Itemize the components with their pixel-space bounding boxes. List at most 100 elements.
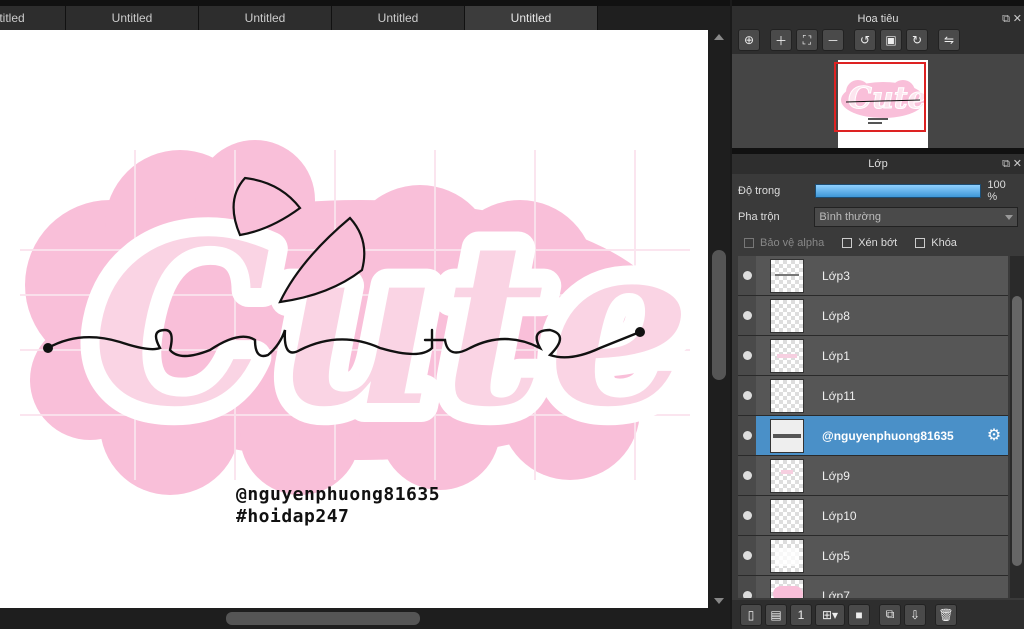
flip-horizontal-icon[interactable]: ⇋ xyxy=(938,29,960,51)
eye-icon xyxy=(742,591,752,598)
eye-icon xyxy=(742,431,752,440)
layer-name: Lớp1 xyxy=(822,348,850,363)
rotate-right-icon[interactable]: ↻ xyxy=(906,29,928,51)
lock-checkbox[interactable]: Khóa xyxy=(915,237,957,249)
layer-row[interactable]: Lớp8 xyxy=(738,296,1008,336)
canvas-vertical-scrollbar[interactable] xyxy=(708,30,730,608)
layer-row[interactable]: Lớp5 xyxy=(738,536,1008,576)
eye-icon xyxy=(742,551,752,560)
clipping-checkbox[interactable]: Xén bớt xyxy=(842,237,897,249)
reset-rotation-icon[interactable]: ▣ xyxy=(880,29,902,51)
signature-hashtag: #hoidap247 xyxy=(236,506,350,527)
signature-username: @nguyenphuong81635 xyxy=(236,484,441,505)
layer-scroll-thumb[interactable] xyxy=(1012,296,1022,566)
visibility-toggle[interactable] xyxy=(738,376,756,415)
visibility-toggle[interactable] xyxy=(738,416,756,455)
navigator-preview[interactable]: Cute xyxy=(732,54,1024,148)
tab-label: Untitled xyxy=(244,11,286,25)
navigator-title: Hoa tiêu xyxy=(857,13,899,25)
layer-row[interactable]: Lớp1 xyxy=(738,336,1008,376)
eye-icon xyxy=(742,391,752,400)
scroll-up-icon[interactable] xyxy=(714,34,724,40)
close-icon[interactable]: ✕ xyxy=(1013,6,1022,32)
opacity-slider[interactable] xyxy=(814,184,982,198)
opacity-value: 100 % xyxy=(987,179,1006,203)
horizontal-scroll-thumb[interactable] xyxy=(226,612,420,625)
layer-toolbar: ▯ ▤ 1 ⊞▾ ■ ⧉ ⇩ 🗑 xyxy=(732,600,1024,629)
tab-untitled-active[interactable]: Untitled xyxy=(465,6,598,30)
tab-label: Untitled xyxy=(377,11,419,25)
popout-icon[interactable]: ⧉ xyxy=(1002,154,1010,174)
duplicate-layer-icon[interactable]: ⧉ xyxy=(879,603,901,626)
blend-mode-value: Bình thường xyxy=(819,211,881,223)
popout-icon[interactable]: ⧉ xyxy=(1002,6,1010,32)
drawing-canvas[interactable]: Cute Cute @nguyenphuong81635 #hoidap247 xyxy=(0,30,708,608)
layer-row-selected[interactable]: @nguyenphuong81635 ⚙ xyxy=(738,416,1008,456)
blend-row: Pha trộn Bình thường xyxy=(732,204,1024,230)
lock-label: Khóa xyxy=(931,237,957,249)
layer-thumbnail xyxy=(770,338,804,373)
merge-down-icon[interactable]: ⇩ xyxy=(904,603,926,626)
layer-row[interactable]: Lớp7 xyxy=(738,576,1008,598)
layer-thumbnail xyxy=(770,258,804,293)
layer-row[interactable]: Lớp11 xyxy=(738,376,1008,416)
layer-name: Lớp9 xyxy=(822,468,850,483)
new-halftone-layer-icon[interactable]: ▤ xyxy=(765,603,787,626)
layer-options-row: Bảo vệ alpha Xén bớt Khóa xyxy=(732,230,1024,256)
vertical-scroll-thumb[interactable] xyxy=(712,250,726,380)
layer-thumbnail xyxy=(770,378,804,413)
rotate-left-icon[interactable]: ↺ xyxy=(854,29,876,51)
close-icon[interactable]: ✕ xyxy=(1013,154,1022,174)
canvas-horizontal-scrollbar[interactable] xyxy=(0,608,730,629)
visibility-toggle[interactable] xyxy=(738,576,756,598)
checkbox-box xyxy=(915,238,926,248)
layer-thumbnail xyxy=(770,298,804,333)
navigator-viewport-frame[interactable] xyxy=(834,62,926,132)
layer-list: Lớp3 Lớp8 Lớp1 Lớp11 @nguyenphuong81635 … xyxy=(738,256,1008,598)
layer-name: Lớp8 xyxy=(822,308,850,323)
add-layer-menu-icon[interactable]: ⊞▾ xyxy=(815,603,845,626)
visibility-toggle[interactable] xyxy=(738,536,756,575)
tab-label: Untitled xyxy=(111,11,153,25)
visibility-toggle[interactable] xyxy=(738,496,756,535)
opacity-row: Độ trong 100 % xyxy=(732,178,1024,204)
zoom-in-icon[interactable]: ＋ xyxy=(770,29,792,51)
right-panel: Hoa tiêu ⧉ ✕ ⊕ ＋ ⛶ － ↺ ▣ ↻ ⇋ Cute Lớp ⧉ xyxy=(730,0,1024,629)
layer-row[interactable]: Lớp9 xyxy=(738,456,1008,496)
protect-alpha-checkbox[interactable]: Bảo vệ alpha xyxy=(744,237,824,249)
new-1bit-layer-icon[interactable]: 1 xyxy=(790,603,812,626)
layer-thumbnail xyxy=(770,498,804,533)
tab-untitled-3[interactable]: Untitled xyxy=(199,6,332,30)
cute-artwork: Cute Cute xyxy=(20,140,708,495)
new-folder-icon[interactable]: ■ xyxy=(848,603,870,626)
scroll-down-icon[interactable] xyxy=(714,598,724,604)
layer-list-scrollbar[interactable] xyxy=(1010,256,1024,598)
layer-thumbnail xyxy=(770,578,804,598)
layer-row[interactable]: Lớp3 xyxy=(738,256,1008,296)
eye-icon xyxy=(742,471,752,480)
layer-name: Lớp5 xyxy=(822,548,850,563)
gear-icon[interactable]: ⚙ xyxy=(984,426,1004,446)
tab-label: Untitled xyxy=(0,11,25,25)
blend-mode-select[interactable]: Bình thường xyxy=(814,207,1018,227)
tab-untitled-2[interactable]: Untitled xyxy=(66,6,199,30)
visibility-toggle[interactable] xyxy=(738,296,756,335)
tab-untitled-1[interactable]: Untitled xyxy=(0,6,66,30)
zoom-out-icon[interactable]: － xyxy=(822,29,844,51)
layer-panel-header: Lớp ⧉ ✕ xyxy=(732,148,1024,174)
tab-untitled-4[interactable]: Untitled xyxy=(332,6,465,30)
layer-name: Lớp3 xyxy=(822,268,850,283)
document-tab-bar: Untitled Untitled Untitled Untitled Unti… xyxy=(0,0,730,30)
layer-row[interactable]: Lớp10 xyxy=(738,496,1008,536)
fit-screen-icon[interactable]: ⛶ xyxy=(796,29,818,51)
zoom-fit-icon[interactable]: ⊕ xyxy=(738,29,760,51)
eye-icon xyxy=(742,271,752,280)
visibility-toggle[interactable] xyxy=(738,456,756,495)
delete-layer-icon[interactable]: 🗑 xyxy=(935,603,957,626)
layer-name: Lớp10 xyxy=(822,508,857,523)
tab-label: Untitled xyxy=(510,11,552,25)
visibility-toggle[interactable] xyxy=(738,336,756,375)
eye-icon xyxy=(742,351,752,360)
visibility-toggle[interactable] xyxy=(738,256,756,295)
new-layer-icon[interactable]: ▯ xyxy=(740,603,762,626)
